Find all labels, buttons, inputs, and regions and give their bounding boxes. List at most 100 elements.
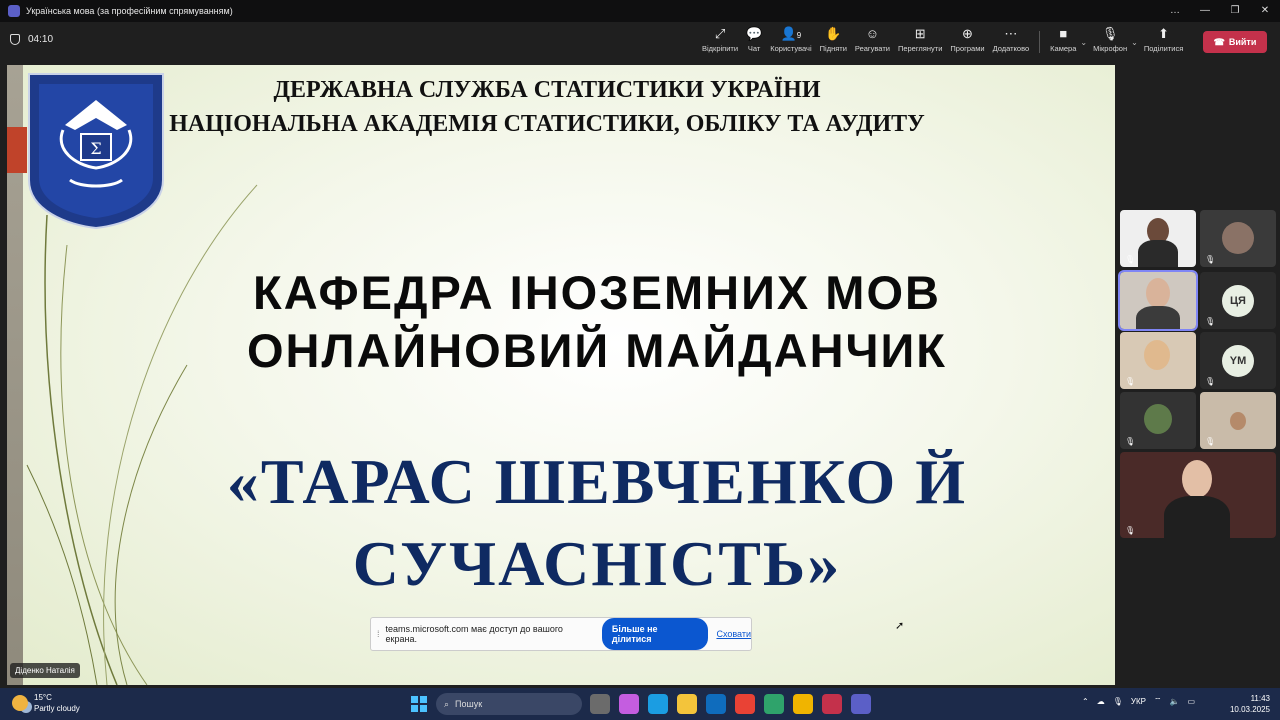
department-title-line-2: ОНЛАЙНОВИЙ МАЙДАНЧИК: [247, 324, 947, 377]
mic-muted-icon: 🎙: [1205, 377, 1216, 386]
teams-taskbar-icon[interactable]: [851, 694, 871, 714]
pop-out-button[interactable]: ⤢ Відкріпити: [698, 26, 742, 58]
mic-muted-icon: 🎙: [1101, 26, 1119, 41]
mic-muted-icon: 🎙: [1205, 317, 1216, 326]
participant-video: [1144, 340, 1170, 370]
mic-button[interactable]: 🎙 Мікрофон: [1089, 26, 1131, 58]
pop-out-label: Відкріпити: [702, 44, 739, 53]
camera-button[interactable]: ■ Камера: [1046, 26, 1080, 58]
participant-avatar: [1222, 222, 1254, 254]
leave-button[interactable]: ☎ Вийти: [1203, 31, 1267, 53]
system-tray: ⌃ ☁ 🎙 УКР ⌔ 🔈 ▭: [1082, 696, 1195, 706]
participant-tile-5[interactable]: 🎙: [1120, 332, 1196, 389]
react-icon: ☺: [865, 26, 880, 41]
outlook-icon[interactable]: [706, 694, 726, 714]
onedrive-icon[interactable]: ☁: [1097, 697, 1105, 706]
more-button[interactable]: ⋯ Додатково: [989, 26, 1034, 58]
participant-tile-1[interactable]: 🎙: [1120, 210, 1196, 267]
weather-text: 15°C Partly cloudy: [34, 692, 80, 714]
leave-label: Вийти: [1228, 37, 1257, 47]
shield-icon: [10, 34, 20, 45]
participant-tile-2[interactable]: 🎙: [1200, 210, 1276, 267]
view-icon: ⊞: [914, 26, 926, 41]
pop-out-icon: ⤢: [714, 26, 726, 41]
windows-start-button[interactable]: [411, 696, 427, 712]
mic-muted-icon: 🎙: [1125, 377, 1136, 386]
search-icon: ⌕: [444, 698, 450, 709]
mic-muted-icon: 🎙: [1125, 437, 1136, 446]
hide-banner-link[interactable]: Сховати: [716, 629, 751, 639]
mouse-cursor-icon: ➚: [895, 620, 905, 632]
participant-tile-6[interactable]: YM 🎙: [1200, 332, 1276, 389]
taskbar-search[interactable]: ⌕ Пошук: [436, 693, 582, 715]
battery-icon[interactable]: ▭: [1187, 697, 1195, 706]
close-button[interactable]: ✕: [1250, 0, 1280, 22]
tray-mic-icon[interactable]: 🎙: [1113, 697, 1123, 706]
camera-options-chevron-icon[interactable]: ⌄: [1080, 38, 1087, 58]
weather-widget[interactable]: 15°C Partly cloudy: [12, 692, 80, 714]
wifi-icon[interactable]: ⌔: [1154, 696, 1162, 706]
volume-icon[interactable]: 🔈: [1169, 697, 1179, 706]
mic-muted-icon: 🎙: [1125, 255, 1136, 264]
people-icon: 👤9: [781, 26, 802, 44]
share-label: Поділитися: [1143, 44, 1184, 53]
windows-taskbar: 15°C Partly cloudy ⌕ Пошук ⌃ ☁ 🎙 УКР ⌔ 🔈…: [0, 688, 1280, 720]
react-label: Реагувати: [854, 44, 890, 53]
share-button[interactable]: ⬆ Поділитися: [1140, 26, 1187, 58]
meeting-timer: 04:10: [10, 34, 53, 45]
mic-options-chevron-icon[interactable]: ⌄: [1131, 38, 1138, 58]
weather-condition: Partly cloudy: [34, 704, 80, 713]
participant-video-body: [1164, 496, 1230, 538]
institution-line-1: ДЕРЖАВНА СЛУЖБА СТАТИСТИКИ УКРАЇНИ: [273, 77, 821, 103]
participant-video-body: [1136, 306, 1180, 329]
timer-text: 04:10: [28, 34, 54, 45]
participant-tile-8[interactable]: 🎙: [1200, 392, 1276, 449]
participant-tile-9[interactable]: 🎙: [1120, 452, 1276, 538]
participant-tile-7[interactable]: 🎙: [1120, 392, 1196, 449]
drag-handle-icon[interactable]: ⁞: [377, 629, 380, 639]
more-icon: ⋯: [1004, 26, 1018, 41]
taskbar-clock[interactable]: 11:43 10.03.2025: [1226, 693, 1270, 715]
more-label: Додатково: [992, 44, 1030, 53]
people-count: 9: [796, 31, 802, 40]
participant-initials: YM: [1222, 345, 1254, 377]
tray-chevron-up-icon[interactable]: ⌃: [1082, 697, 1089, 706]
view-button[interactable]: ⊞ Переглянути: [894, 26, 946, 58]
chat-button[interactable]: 💬 Чат: [742, 26, 766, 58]
minimize-button[interactable]: —: [1190, 0, 1220, 22]
participant-video: [1146, 278, 1170, 308]
window-more-button[interactable]: …: [1160, 0, 1190, 22]
language-indicator[interactable]: УКР: [1131, 697, 1146, 706]
file-explorer-icon[interactable]: [677, 694, 697, 714]
restore-button[interactable]: ❐: [1220, 0, 1250, 22]
teams-app-icon: [8, 5, 20, 17]
screen-share-banner: ⁞ teams.microsoft.com має доступ до вашо…: [370, 617, 752, 651]
react-button[interactable]: ☺ Реагувати: [851, 26, 894, 58]
partly-cloudy-icon: [12, 695, 28, 711]
task-view-icon[interactable]: [590, 694, 610, 714]
mic-muted-icon: 🎙: [1125, 526, 1136, 535]
chat-icon: 💬: [746, 26, 763, 41]
share-message: teams.microsoft.com має доступ до вашого…: [385, 624, 563, 644]
participant-video: [1182, 460, 1212, 498]
chrome-icon[interactable]: [735, 694, 755, 714]
topic-title-line-2: СУЧАСНІСТЬ»: [352, 528, 842, 599]
people-button[interactable]: 👤9 Користувачі: [766, 26, 815, 58]
search-placeholder: Пошук: [455, 699, 483, 709]
copilot-icon[interactable]: [619, 694, 639, 714]
meeting-toolbar: 04:10 ⤢ Відкріпити 💬 Чат 👤9 Користувачі …: [0, 22, 1280, 62]
apps-button[interactable]: ⊕ Програми: [946, 26, 988, 58]
raise-hand-button[interactable]: ✋ Підняти: [816, 26, 851, 58]
recording-app-icon[interactable]: [822, 694, 842, 714]
toolbar-divider: [1039, 31, 1041, 53]
raise-hand-icon: ✋: [825, 26, 842, 41]
edge-icon[interactable]: [648, 694, 668, 714]
participant-tile-3[interactable]: [1118, 270, 1198, 331]
edge-dev-icon[interactable]: [764, 694, 784, 714]
chat-label: Чат: [747, 44, 761, 53]
participant-tile-4[interactable]: ЦЯ 🎙: [1200, 272, 1276, 329]
apps-label: Програми: [950, 44, 985, 53]
chrome-alt-icon[interactable]: [793, 694, 813, 714]
people-label: Користувачі: [770, 44, 812, 53]
stop-sharing-button[interactable]: Більше не ділитися: [601, 618, 709, 650]
